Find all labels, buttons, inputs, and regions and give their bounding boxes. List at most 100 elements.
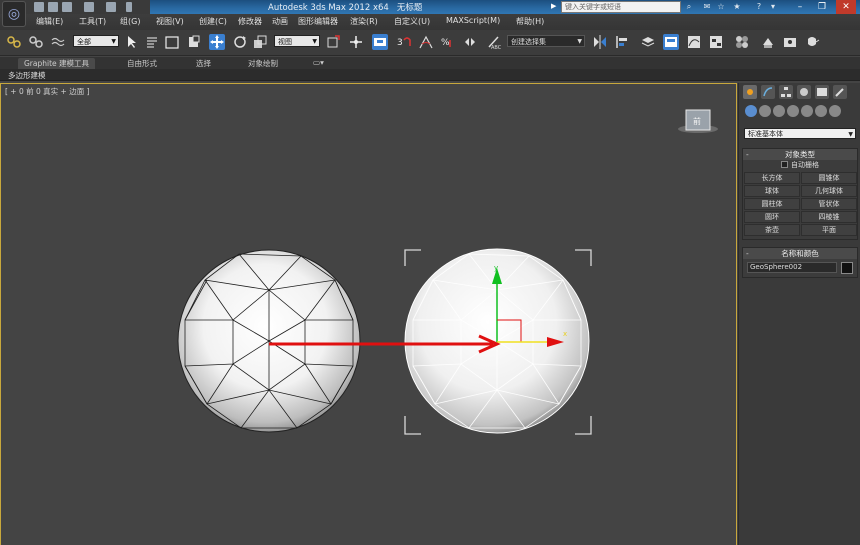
minimize-button[interactable]: – (790, 0, 810, 14)
object-type-header[interactable]: - 对象类型 (743, 149, 857, 160)
cone-button[interactable]: 圆锥体 (801, 172, 857, 184)
select-object-icon[interactable] (124, 34, 140, 50)
new-file-icon[interactable] (34, 2, 44, 12)
front-viewport[interactable]: y x 前 [ + 0 前 0 真实 + 边面 ] (0, 83, 737, 545)
select-and-link-icon[interactable] (6, 34, 22, 50)
save-file-icon[interactable] (62, 2, 72, 12)
communication-center-icon[interactable]: ✉ (702, 2, 712, 12)
select-and-rotate-icon[interactable] (232, 34, 248, 50)
material-editor-icon[interactable] (734, 34, 750, 50)
object-color-swatch[interactable] (841, 262, 853, 274)
graphite-toggle-icon[interactable] (663, 34, 679, 50)
shapes-icon[interactable] (759, 105, 771, 117)
unlink-selection-icon[interactable] (28, 34, 44, 50)
helpers-icon[interactable] (801, 105, 813, 117)
pyramid-button[interactable]: 四棱锥 (801, 211, 857, 223)
menu-graph-editors[interactable]: 图形编辑器 (298, 16, 338, 27)
select-and-scale-icon[interactable] (252, 34, 268, 50)
menu-rendering[interactable]: 渲染(R) (350, 16, 378, 27)
menu-animation[interactable]: 动画 (272, 16, 288, 27)
favorites-icon[interactable]: ☆ (716, 2, 726, 12)
systems-icon[interactable] (829, 105, 841, 117)
rectangular-selection-icon[interactable] (164, 34, 180, 50)
keyboard-shortcut-override-icon[interactable] (372, 34, 388, 50)
help-icon[interactable]: ? (754, 2, 764, 12)
named-selection-dropdown[interactable]: 创建选择集 ▼ (507, 35, 585, 47)
mirror-icon[interactable] (592, 34, 608, 50)
ribbon-options-icon[interactable]: ▭▾ (313, 58, 324, 67)
lights-icon[interactable] (773, 105, 785, 117)
menu-edit[interactable]: 编辑(E) (36, 16, 63, 27)
menu-views[interactable]: 视图(V) (156, 16, 184, 27)
object-name-field[interactable]: GeoSphere002 (747, 262, 837, 273)
geometry-category-dropdown[interactable]: 标准基本体 ▼ (744, 128, 856, 139)
window-crossing-icon[interactable] (186, 34, 202, 50)
autogrid-checkbox[interactable]: 自动栅格 (743, 160, 857, 171)
teapot-button[interactable]: 茶壶 (744, 224, 800, 236)
undo-icon[interactable] (84, 2, 94, 12)
edit-named-selection-icon[interactable]: ABC (486, 34, 502, 51)
menu-help[interactable]: 帮助(H) (516, 16, 544, 27)
tab-graphite-modeling-tools[interactable]: Graphite 建模工具 (18, 58, 96, 69)
viewcube[interactable]: 前 (678, 109, 718, 133)
search-arrow-icon[interactable]: ▶ (551, 2, 556, 12)
plane-button[interactable]: 平面 (801, 224, 857, 236)
angle-snap-toggle-icon[interactable] (418, 34, 434, 50)
reference-coordinate-dropdown[interactable]: 视图 ▼ (274, 35, 320, 47)
close-button[interactable]: ✕ (836, 0, 856, 14)
menu-create[interactable]: 创建(C) (199, 16, 227, 27)
search-input[interactable]: 键入关键字或短语 (561, 1, 681, 13)
restore-button[interactable]: ❐ (812, 0, 832, 14)
sphere-button[interactable]: 球体 (744, 185, 800, 197)
space-warps-icon[interactable] (815, 105, 827, 117)
select-by-name-icon[interactable] (144, 34, 160, 50)
manage-layers-icon[interactable] (640, 34, 656, 50)
geometry-icon[interactable] (745, 105, 757, 117)
curve-editor-icon[interactable] (686, 34, 702, 50)
menu-group[interactable]: 组(G) (120, 16, 140, 27)
geosphere-button[interactable]: 几何球体 (801, 185, 857, 197)
redo-icon[interactable] (106, 2, 116, 12)
display-tab-icon[interactable] (815, 85, 829, 99)
polygon-modeling-label[interactable]: 多边形建模 (8, 70, 46, 81)
tab-object-paint[interactable]: 对象绘制 (248, 58, 278, 69)
geosphere-left[interactable] (177, 249, 361, 433)
menu-maxscript[interactable]: MAXScript(M) (446, 16, 500, 25)
help-dropdown-icon[interactable]: ▾ (768, 2, 778, 12)
tube-button[interactable]: 管状体 (801, 198, 857, 210)
pivot-center-icon[interactable] (325, 34, 341, 50)
select-and-move-icon[interactable] (209, 34, 225, 50)
name-and-color-header[interactable]: - 名称和颜色 (743, 248, 857, 259)
create-tab-icon[interactable] (743, 85, 757, 99)
rendered-frame-window-icon[interactable] (782, 34, 798, 50)
menu-tools[interactable]: 工具(T) (79, 16, 106, 27)
render-production-icon[interactable] (804, 34, 820, 50)
schematic-view-icon[interactable] (708, 34, 724, 50)
align-icon[interactable] (614, 34, 630, 50)
modify-tab-icon[interactable] (761, 85, 775, 99)
menu-customize[interactable]: 自定义(U) (394, 16, 430, 27)
bind-to-space-warp-icon[interactable] (50, 34, 66, 50)
binoculars-icon[interactable]: ⌕ (684, 2, 694, 12)
box-button[interactable]: 长方体 (744, 172, 800, 184)
utilities-tab-icon[interactable] (833, 85, 847, 99)
selection-filter-dropdown[interactable]: 全部 ▼ (73, 35, 119, 47)
percent-snap-toggle-icon[interactable]: % (440, 34, 456, 50)
qa-dropdown-icon[interactable] (126, 2, 132, 12)
viewport-label[interactable]: [ + 0 前 0 真实 + 边面 ] (5, 86, 90, 97)
menu-modifiers[interactable]: 修改器 (238, 16, 262, 27)
hierarchy-tab-icon[interactable] (779, 85, 793, 99)
motion-tab-icon[interactable] (797, 85, 811, 99)
torus-button[interactable]: 圆环 (744, 211, 800, 223)
snaps-toggle-icon[interactable]: 3 (396, 34, 412, 50)
tab-freeform[interactable]: 自由形式 (127, 58, 157, 69)
open-file-icon[interactable] (48, 2, 58, 12)
cameras-icon[interactable] (787, 105, 799, 117)
select-and-manipulate-icon[interactable] (348, 34, 364, 50)
spinner-snap-toggle-icon[interactable] (462, 34, 478, 50)
render-setup-icon[interactable] (760, 34, 776, 50)
favorites-star-icon[interactable]: ★ (732, 2, 742, 12)
tab-selection[interactable]: 选择 (196, 58, 211, 69)
application-button[interactable]: ◎ (2, 1, 26, 27)
cylinder-button[interactable]: 圆柱体 (744, 198, 800, 210)
